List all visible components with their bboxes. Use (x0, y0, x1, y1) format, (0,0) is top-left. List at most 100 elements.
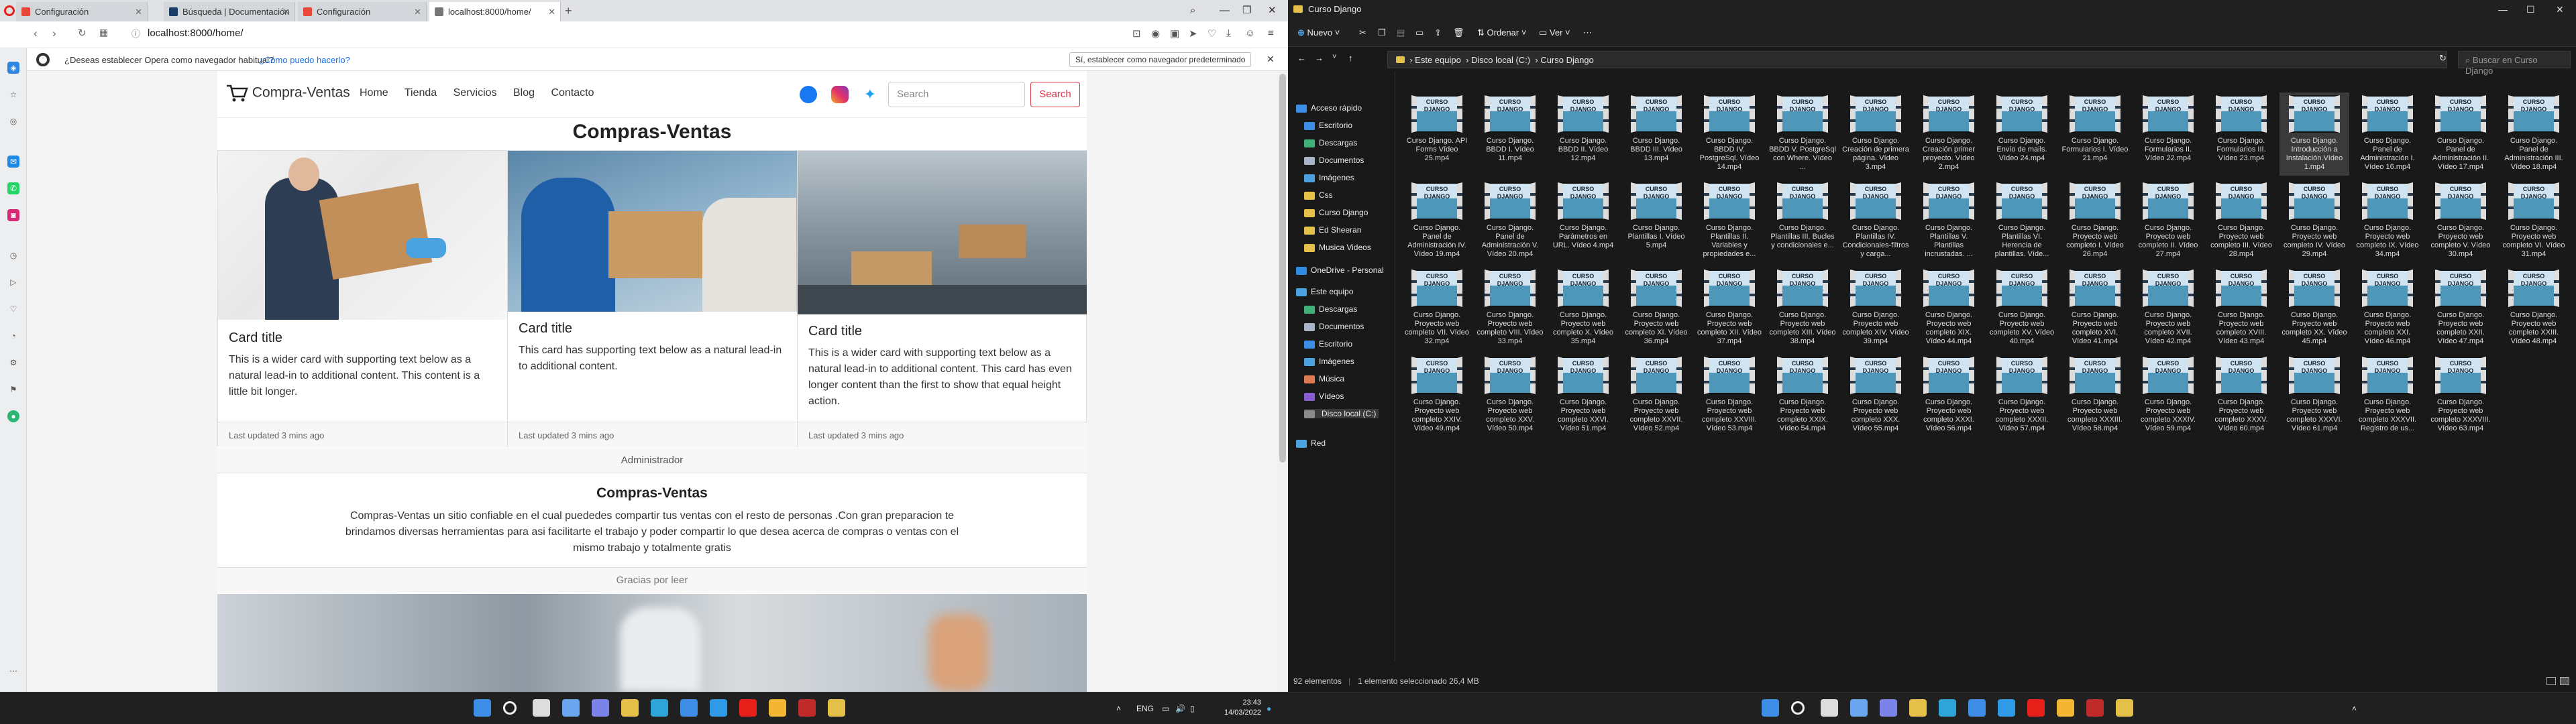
browser-tab[interactable]: Configuración ✕ (16, 2, 148, 21)
recent-icon[interactable]: ˅ (1332, 53, 1336, 61)
delete-icon[interactable]: 🗑 (1453, 27, 1464, 38)
instagram-site-icon[interactable] (831, 86, 849, 103)
close-window-icon[interactable]: ✕ (1268, 0, 1277, 21)
file-item[interactable]: CURSO DJANGO Curso Django. Proyecto web c… (1402, 354, 1472, 437)
settings-icon[interactable]: ⚙ (7, 357, 19, 369)
new-button[interactable]: ⊕ Nuevo ˅ (1297, 27, 1340, 38)
file-item[interactable]: CURSO DJANGO Curso Django. Proyecto web c… (1914, 354, 1984, 437)
info-icon[interactable]: ⓘ (131, 27, 140, 40)
url-field[interactable]: localhost:8000/home/ (148, 27, 244, 39)
store-icon[interactable] (1968, 699, 1986, 717)
file-item[interactable]: CURSO DJANGO Curso Django. Formularios II… (2133, 93, 2203, 176)
view-button[interactable]: ▭ Ver ˅ (1539, 27, 1570, 38)
nav-item[interactable]: Música (1304, 374, 1344, 383)
file-item[interactable]: CURSO DJANGO Curso Django. BBDD III. Víde… (1621, 93, 1691, 176)
nav-item[interactable]: Imágenes (1304, 357, 1354, 366)
chat-icon[interactable] (1880, 699, 1897, 717)
download-icon[interactable]: ⤓ (1226, 27, 1231, 39)
reload-icon[interactable]: ↻ (78, 27, 87, 39)
tiles-view-icon[interactable] (2560, 677, 2569, 685)
compass-icon[interactable]: ◎ (7, 115, 19, 127)
details-view-icon[interactable] (2546, 677, 2556, 685)
search-tabs-icon[interactable]: ⌕ (1190, 0, 1195, 21)
notif-close-icon[interactable]: ✕ (1267, 54, 1275, 65)
edge-icon[interactable] (1939, 699, 1956, 717)
nav-item[interactable]: Descargas (1304, 138, 1357, 147)
nav-item[interactable]: Documentos (1304, 156, 1364, 165)
explorer-search-input[interactable]: ⌕ Buscar en Curso Django (2458, 51, 2571, 76)
nav-item[interactable]: Descargas (1304, 304, 1357, 314)
nav-item[interactable]: Escritorio (1304, 121, 1352, 130)
nav-item[interactable]: Curso Django (1304, 208, 1368, 217)
file-item[interactable]: CURSO DJANGO Curso Django. Plantillas IV.… (1841, 180, 1911, 263)
file-item[interactable]: CURSO DJANGO Curso Django. Proyecto web c… (1475, 267, 1545, 350)
file-item[interactable]: CURSO DJANGO Curso Django. Proyecto web c… (1475, 354, 1545, 437)
snapshot-icon[interactable]: ⊡ (1132, 27, 1141, 40)
player-icon[interactable]: ▷ (7, 276, 19, 288)
file-item[interactable]: CURSO DJANGO Curso Django. Proyecto web c… (2133, 354, 2203, 437)
file-item[interactable]: CURSO DJANGO Curso Django. Proyecto web c… (2279, 180, 2349, 263)
file-item[interactable]: CURSO DJANGO Curso Django. Formularios II… (2206, 93, 2276, 176)
file-item[interactable]: CURSO DJANGO Curso Django. Proyecto web c… (2206, 354, 2276, 437)
more-icon[interactable]: ⋯ (7, 665, 19, 677)
sort-button[interactable]: ⇅ Ordenar ˅ (1477, 27, 1526, 38)
menu-icon[interactable]: ≡ (1268, 27, 1274, 39)
file-item[interactable]: CURSO DJANGO Curso Django. Proyecto web c… (1768, 267, 1837, 350)
nav-servicios[interactable]: Servicios (453, 87, 497, 99)
file-item[interactable]: CURSO DJANGO Curso Django. Plantillas VI.… (1987, 180, 2057, 263)
up-icon[interactable]: ↑ (1348, 53, 1353, 63)
profile-icon[interactable]: ☺ (1245, 27, 1255, 39)
breadcrumb[interactable]: › Este equipo › Disco local (C:) › Curso… (1387, 51, 2447, 68)
file-item[interactable]: CURSO DJANGO Curso Django. Proyecto web c… (2353, 267, 2422, 350)
nav-item[interactable]: Ed Sheeran (1304, 225, 1361, 235)
page-scrollbar[interactable] (1277, 71, 1288, 692)
file-item[interactable]: CURSO DJANGO Curso Django. Panel de Admin… (2426, 93, 2496, 176)
whatsapp-icon[interactable]: ✆ (7, 182, 19, 194)
file-item[interactable]: CURSO DJANGO Curso Django. Proyecto web c… (2353, 354, 2422, 437)
file-item[interactable]: CURSO DJANGO Curso Django. Panel de Admin… (2499, 93, 2569, 176)
file-item[interactable]: CURSO DJANGO Curso Django. Proyecto web c… (2133, 267, 2203, 350)
minimize-icon[interactable]: — (1220, 0, 1230, 21)
file-item[interactable]: CURSO DJANGO Curso Django. BBDD II. Vídeo… (1548, 93, 1618, 176)
nav-item[interactable]: Escritorio (1304, 339, 1352, 349)
file-item[interactable]: CURSO DJANGO Curso Django. Proyecto web c… (1841, 354, 1911, 437)
cube-icon[interactable]: ▣ (1170, 27, 1179, 40)
file-item[interactable]: CURSO DJANGO Curso Django. Plantillas II.… (1695, 180, 1764, 263)
site-search-input[interactable]: Search (888, 82, 1025, 107)
more-options-icon[interactable]: ⋯ (1583, 27, 1592, 38)
file-item[interactable]: CURSO DJANGO Curso Django. Panel de Admin… (1475, 180, 1545, 263)
task-view-icon[interactable] (533, 699, 550, 717)
file-item[interactable]: CURSO DJANGO Curso Django. Creación prime… (1914, 93, 1984, 176)
filezilla-icon[interactable] (798, 699, 816, 717)
file-item[interactable]: CURSO DJANGO Curso Django. BBDD V. Postgr… (1768, 93, 1837, 176)
site-search-button[interactable]: Search (1030, 82, 1080, 107)
file-item[interactable]: CURSO DJANGO Curso Django. Proyecto web c… (1841, 267, 1911, 350)
widgets-icon[interactable] (562, 699, 580, 717)
file-explorer-icon[interactable] (1909, 699, 1927, 717)
file-item[interactable]: CURSO DJANGO Curso Django. Proyecto web c… (1695, 267, 1764, 350)
tab-close-icon[interactable]: ✕ (548, 2, 555, 21)
nav-contacto[interactable]: Contacto (551, 87, 594, 99)
clock-icon[interactable]: ◔ (7, 330, 19, 342)
messenger-icon[interactable]: ✉ (7, 156, 19, 168)
tab-close-icon[interactable]: ✕ (135, 2, 142, 21)
file-item[interactable]: CURSO DJANGO Curso Django. Proyecto web c… (2426, 354, 2496, 437)
file-item[interactable]: CURSO DJANGO Curso Django. Parámetros en … (1548, 180, 1618, 263)
browser-tab[interactable]: localhost:8000/home/ ✕ (429, 2, 561, 21)
nav-item[interactable]: Este equipo (1296, 287, 1353, 296)
file-item[interactable]: CURSO DJANGO Curso Django. Proyecto web c… (2206, 267, 2276, 350)
file-item[interactable]: CURSO DJANGO Curso Django. Plantillas I. … (1621, 180, 1691, 263)
notif-link[interactable]: ¿Cómo puedo hacerlo? (259, 55, 350, 65)
back-icon[interactable]: ← (1297, 53, 1306, 63)
vpn-icon[interactable]: ● (7, 410, 19, 422)
file-item[interactable]: CURSO DJANGO Curso Django. Panel de Admin… (1402, 180, 1472, 263)
file-item[interactable]: CURSO DJANGO Curso Django. Proyecto web c… (1914, 267, 1984, 350)
refresh-icon[interactable]: ↻ (2439, 53, 2447, 64)
maximize-icon[interactable]: ☐ (2526, 0, 2535, 19)
nav-item[interactable]: Documentos (1304, 322, 1364, 331)
language-indicator[interactable]: ENG (1136, 692, 1154, 724)
file-item[interactable]: CURSO DJANGO Curso Django. Proyecto web c… (1548, 267, 1618, 350)
tray-chevron-icon[interactable]: ˄ (1116, 692, 1121, 724)
file-item[interactable]: CURSO DJANGO Curso Django. Proyecto web c… (2499, 267, 2569, 350)
file-item[interactable]: CURSO DJANGO Curso Django. BBDD I. Vídeo … (1475, 93, 1545, 176)
